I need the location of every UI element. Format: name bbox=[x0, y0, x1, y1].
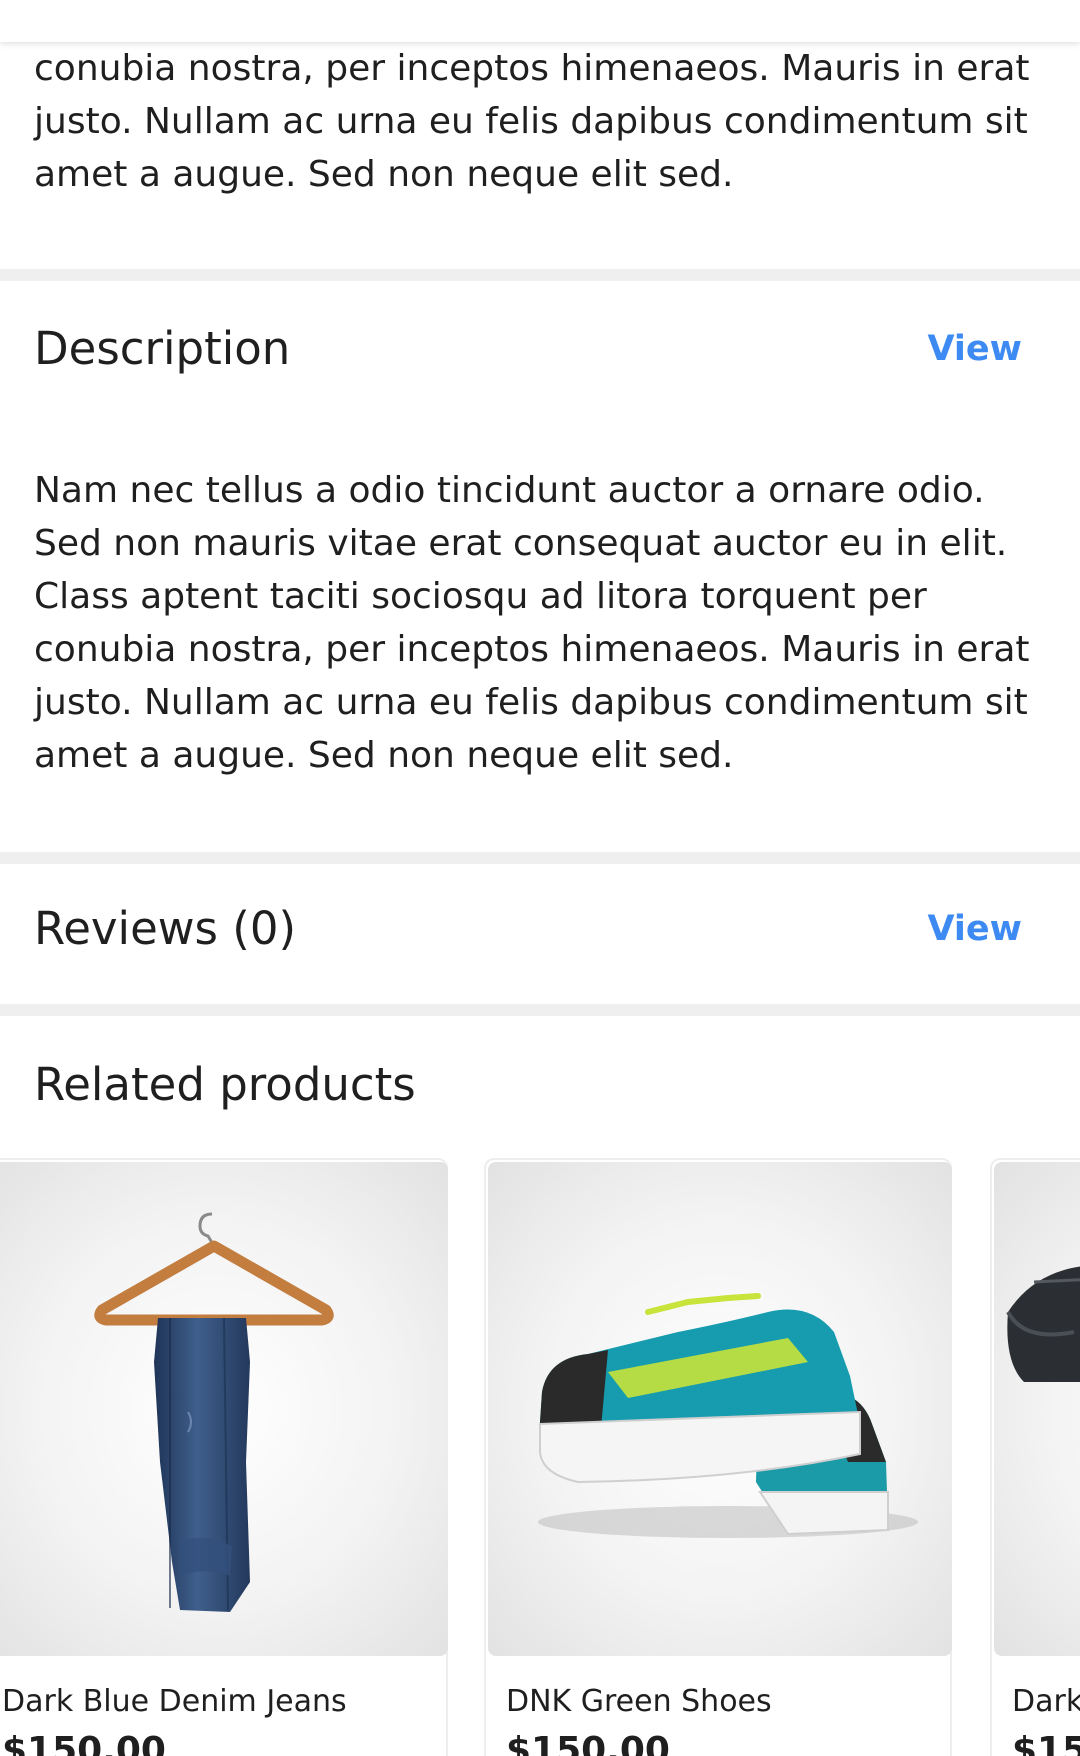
related-products-carousel[interactable]: Dark Blue Denim Jeans $150.00 DNK Green … bbox=[0, 1158, 1080, 1756]
product-price: $15 bbox=[1012, 1730, 1080, 1756]
short-description-text: conubia nostra, per inceptos himenaeos. … bbox=[34, 48, 1030, 195]
jeans-on-hanger-image[interactable] bbox=[0, 1162, 448, 1656]
reviews-header[interactable]: Reviews (0) View bbox=[34, 902, 1034, 955]
related-products-title: Related products bbox=[34, 1058, 416, 1111]
section-divider bbox=[0, 852, 1080, 864]
product-card[interactable]: Dark Blue Denim Jeans $150.00 bbox=[0, 1158, 448, 1756]
description-title: Description bbox=[34, 322, 291, 375]
product-details-page: conubia nostra, per inceptos himenaeos. … bbox=[0, 0, 1080, 1756]
reviews-title: Reviews (0) bbox=[34, 902, 297, 955]
product-card[interactable]: DNK Green Shoes $150.00 bbox=[484, 1158, 952, 1756]
product-name[interactable]: Dark bbox=[1012, 1684, 1080, 1719]
dark-shirt-image[interactable] bbox=[994, 1162, 1080, 1656]
product-name[interactable]: Dark Blue Denim Jeans bbox=[2, 1684, 347, 1719]
top-app-bar bbox=[0, 0, 1080, 42]
product-name[interactable]: DNK Green Shoes bbox=[506, 1684, 772, 1719]
description-text: Nam nec tellus a odio tincidunt auctor a… bbox=[34, 470, 1030, 776]
section-divider bbox=[0, 1004, 1080, 1016]
product-card[interactable]: Dark $15 bbox=[990, 1158, 1080, 1756]
description-header: Description View bbox=[34, 322, 1034, 375]
product-price: $150.00 bbox=[506, 1730, 670, 1756]
description-view-link[interactable]: View bbox=[927, 329, 1022, 369]
reviews-view-link[interactable]: View bbox=[927, 909, 1022, 949]
product-price: $150.00 bbox=[2, 1730, 166, 1756]
section-divider bbox=[0, 269, 1080, 281]
green-sneakers-image[interactable] bbox=[488, 1162, 952, 1656]
